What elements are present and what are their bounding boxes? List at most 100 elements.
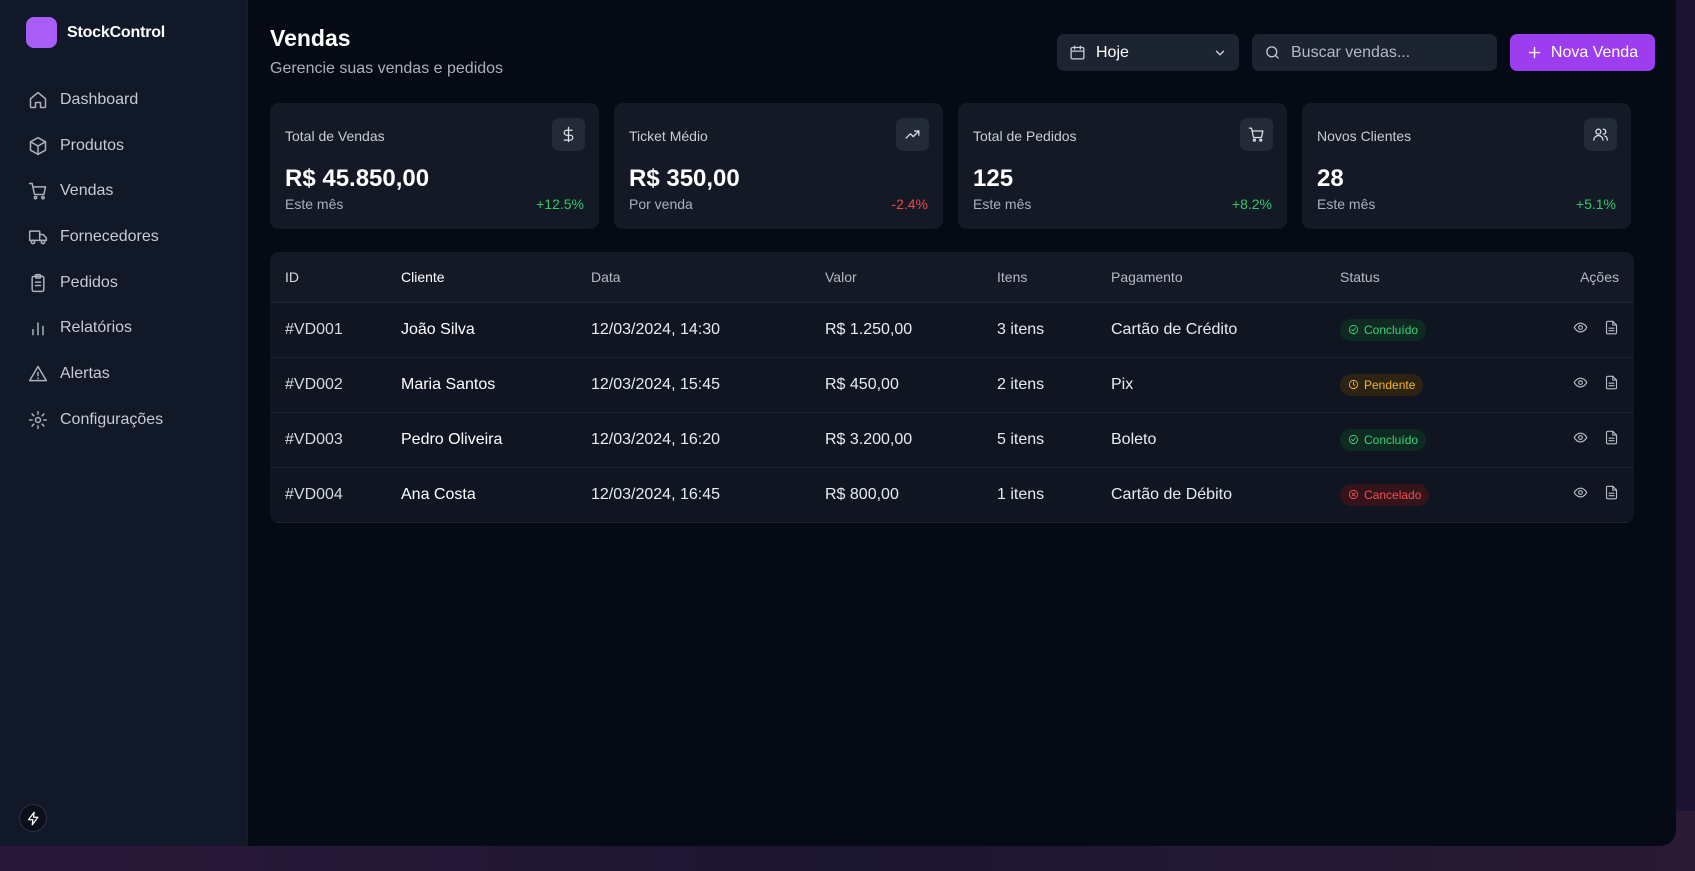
document-icon[interactable] <box>1604 375 1619 390</box>
view-icon[interactable] <box>1573 430 1588 445</box>
cell-data: 12/03/2024, 16:20 <box>591 412 825 468</box>
clock-icon <box>1348 379 1359 390</box>
column-header-cliente[interactable]: Cliente <box>401 252 591 303</box>
brand-logo <box>26 17 57 48</box>
sidebar-item-relatorios[interactable]: Relatórios <box>28 305 247 351</box>
column-header-data[interactable]: Data <box>591 252 825 303</box>
stat-label: Total de Vendas <box>285 128 385 144</box>
stat-delta: +12.5% <box>536 196 584 212</box>
stat-sub: Este mês <box>973 196 1032 212</box>
stat-sub: Este mês <box>285 196 344 212</box>
sidebar-item-configuracoes[interactable]: Configurações <box>28 397 247 443</box>
search-input[interactable] <box>1291 43 1481 62</box>
sidebar-item-pedidos[interactable]: Pedidos <box>28 260 247 306</box>
view-icon[interactable] <box>1573 320 1588 335</box>
cell-acoes <box>1520 357 1634 413</box>
search-icon <box>1266 46 1279 59</box>
sidebar-item-alertas[interactable]: Alertas <box>28 351 247 397</box>
status-badge: Concluído <box>1340 428 1427 451</box>
cell-data: 12/03/2024, 14:30 <box>591 302 825 358</box>
table-row[interactable]: #VD001 João Silva 12/03/2024, 14:30 R$ 1… <box>270 302 1634 358</box>
page-subtitle: Gerencie suas vendas e pedidos <box>270 60 504 77</box>
sidebar-item-label: Configurações <box>60 410 164 428</box>
cell-id: #VD004 <box>270 467 401 523</box>
table-header-row: ID Cliente Data Valor Itens Pagamento St… <box>270 252 1634 303</box>
date-filter-select[interactable]: Hoje <box>1057 34 1239 71</box>
stat-card-total-pedidos: Total de Pedidos 125 Este mês +8.2% <box>958 103 1287 229</box>
view-icon[interactable] <box>1573 485 1588 500</box>
new-sale-button[interactable]: Nova Venda <box>1510 34 1655 71</box>
document-icon[interactable] <box>1604 320 1619 335</box>
sales-table: ID Cliente Data Valor Itens Pagamento St… <box>270 252 1634 523</box>
cell-acoes <box>1520 302 1634 358</box>
stat-card-novos-clientes: Novos Clientes 28 Este mês +5.1% <box>1302 103 1631 229</box>
cell-status: Cancelado <box>1340 467 1520 523</box>
sidebar-item-label: Dashboard <box>60 90 139 108</box>
cell-itens: 1 itens <box>997 467 1111 523</box>
stat-value: 125 <box>973 165 1014 192</box>
cell-pagamento: Pix <box>1111 357 1340 413</box>
stat-value: R$ 45.850,00 <box>285 165 430 192</box>
sidebar-item-dashboard[interactable]: Dashboard <box>28 77 247 123</box>
table-row[interactable]: #VD004 Ana Costa 12/03/2024, 16:45 R$ 80… <box>270 467 1634 523</box>
sidebar-item-vendas[interactable]: Vendas <box>28 168 247 214</box>
stat-label: Total de Pedidos <box>973 128 1077 144</box>
document-icon[interactable] <box>1604 430 1619 445</box>
trending-up-icon <box>896 118 929 151</box>
bar-chart-icon <box>32 322 44 336</box>
dollar-icon <box>552 118 585 151</box>
column-header-itens[interactable]: Itens <box>997 252 1111 303</box>
search-box[interactable] <box>1252 34 1497 71</box>
cell-valor: R$ 800,00 <box>825 467 997 523</box>
clipboard-icon <box>31 273 45 292</box>
document-icon[interactable] <box>1604 485 1619 500</box>
sidebar-item-fornecedores[interactable]: Fornecedores <box>28 214 247 260</box>
brand[interactable]: StockControl <box>0 0 247 48</box>
status-badge-label: Pendente <box>1364 377 1416 392</box>
cell-pagamento: Boleto <box>1111 412 1340 468</box>
table-row[interactable]: #VD003 Pedro Oliveira 12/03/2024, 16:20 … <box>270 412 1634 468</box>
cell-id: #VD001 <box>270 302 401 358</box>
stat-delta: -2.4% <box>891 196 928 212</box>
cart-icon <box>28 182 47 200</box>
status-badge: Pendente <box>1340 373 1424 396</box>
page-header: Vendas Gerencie suas vendas e pedidos Ho… <box>270 0 1676 103</box>
cell-acoes <box>1520 412 1634 468</box>
column-header-id[interactable]: ID <box>270 252 401 303</box>
sales-table-container: ID Cliente Data Valor Itens Pagamento St… <box>270 252 1634 523</box>
view-icon[interactable] <box>1573 375 1588 390</box>
cell-itens: 5 itens <box>997 412 1111 468</box>
stat-label: Ticket Médio <box>629 128 708 144</box>
table-row[interactable]: #VD002 Maria Santos 12/03/2024, 15:45 R$… <box>270 357 1634 413</box>
chevron-down-icon <box>1215 50 1225 55</box>
sidebar: StockControl Dashboard Produtos Vendas F… <box>0 0 248 846</box>
sidebar-item-label: Pedidos <box>60 273 118 291</box>
cell-pagamento: Cartão de Crédito <box>1111 302 1340 358</box>
sidebar-nav: Dashboard Produtos Vendas Fornecedores P… <box>0 77 247 443</box>
main-content: Vendas Gerencie suas vendas e pedidos Ho… <box>248 0 1676 846</box>
cart-icon <box>1240 118 1273 151</box>
cell-itens: 2 itens <box>997 357 1111 413</box>
box-icon <box>29 136 47 155</box>
stat-sub: Este mês <box>1317 196 1376 212</box>
sidebar-item-label: Alertas <box>60 364 110 382</box>
quick-action-button[interactable] <box>19 804 47 832</box>
check-circle-icon <box>1348 434 1359 445</box>
status-badge-label: Concluído <box>1364 322 1419 337</box>
cell-id: #VD002 <box>270 357 401 413</box>
column-header-pagamento[interactable]: Pagamento <box>1111 252 1340 303</box>
stat-delta: +5.1% <box>1575 196 1616 212</box>
stat-value: 28 <box>1317 165 1344 192</box>
cell-data: 12/03/2024, 15:45 <box>591 357 825 413</box>
truck-icon <box>28 230 48 245</box>
column-header-acoes: Ações <box>1520 252 1634 303</box>
cell-pagamento: Cartão de Débito <box>1111 467 1340 523</box>
stat-sub: Por venda <box>629 196 693 212</box>
sidebar-item-produtos[interactable]: Produtos <box>28 123 247 169</box>
users-icon <box>1584 118 1617 151</box>
cell-status: Pendente <box>1340 357 1520 413</box>
sidebar-item-label: Vendas <box>60 182 114 200</box>
column-header-status[interactable]: Status <box>1340 252 1520 303</box>
column-header-valor[interactable]: Valor <box>825 252 997 303</box>
stat-value: R$ 350,00 <box>629 165 740 192</box>
